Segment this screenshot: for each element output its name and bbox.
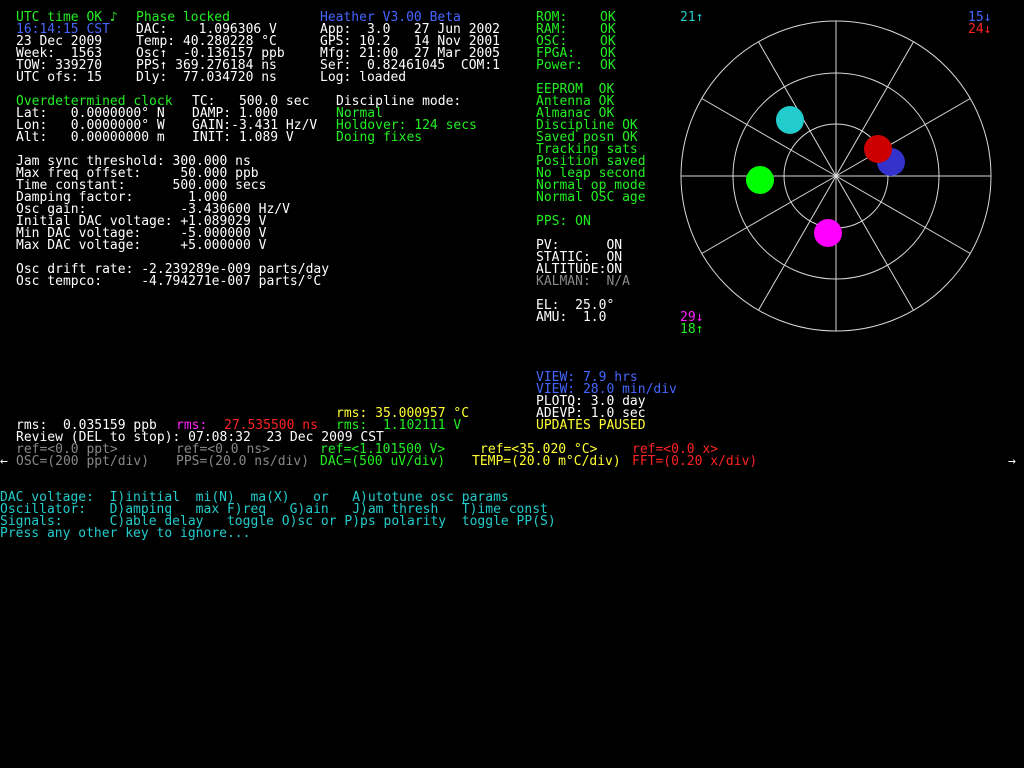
utc-offset: UTC ofs: 15: [16, 70, 103, 85]
sky-spoke: [701, 98, 837, 177]
scale-dac: DAC=(500 uV/div): [320, 454, 446, 469]
satellite-magenta: [814, 219, 842, 247]
scroll-right-arrow[interactable]: →: [1008, 455, 1016, 468]
pps-state: PPS: ON: [536, 214, 591, 229]
scale-pps: PPS=(20.0 ns/div): [176, 454, 310, 469]
health-label: Power:: [536, 58, 599, 73]
doing-fixes: Doing fixes: [336, 130, 423, 145]
updates-paused: UPDATES PAUSED: [536, 418, 646, 433]
status-item: Normal OSC age: [536, 190, 646, 205]
satellite-cyan: [776, 106, 804, 134]
scale-fft: FFT=(0.20 x/div): [632, 454, 758, 469]
scale-temp: TEMP=(20.0 m°C/div): [472, 454, 621, 469]
param-line: Max DAC voltage: +5.000000 V: [16, 238, 267, 253]
osc-tempco: Osc tempco: -4.794271e-007 parts/°C: [16, 274, 322, 289]
satellite-green: [746, 166, 774, 194]
scroll-left-arrow[interactable]: ←: [0, 455, 8, 468]
delay-reading: Dly: 77.034720 ns: [136, 70, 277, 85]
init-voltage: INIT: 1.089 V: [192, 130, 294, 145]
altitude: Alt: 0.00000000 m: [16, 130, 165, 145]
health-value: OK: [600, 58, 616, 73]
sat-24-label: 24↓: [968, 22, 992, 37]
amu-mask: AMU: 1.0: [536, 310, 607, 325]
log-status: Log: loaded: [320, 70, 407, 85]
scale-osc: OSC=(200 ppt/div): [16, 454, 150, 469]
kalman-flag: KALMAN: N/A: [536, 274, 630, 289]
satellite-map: [680, 20, 992, 332]
menu-prompt: Press any other key to ignore...: [0, 526, 251, 541]
sky-spoke: [835, 175, 971, 254]
sat-21-label: 21↑: [680, 10, 704, 25]
satellite-red: [864, 135, 892, 163]
sky-spoke: [835, 175, 914, 311]
sat-18-label: 18↑: [680, 322, 704, 337]
